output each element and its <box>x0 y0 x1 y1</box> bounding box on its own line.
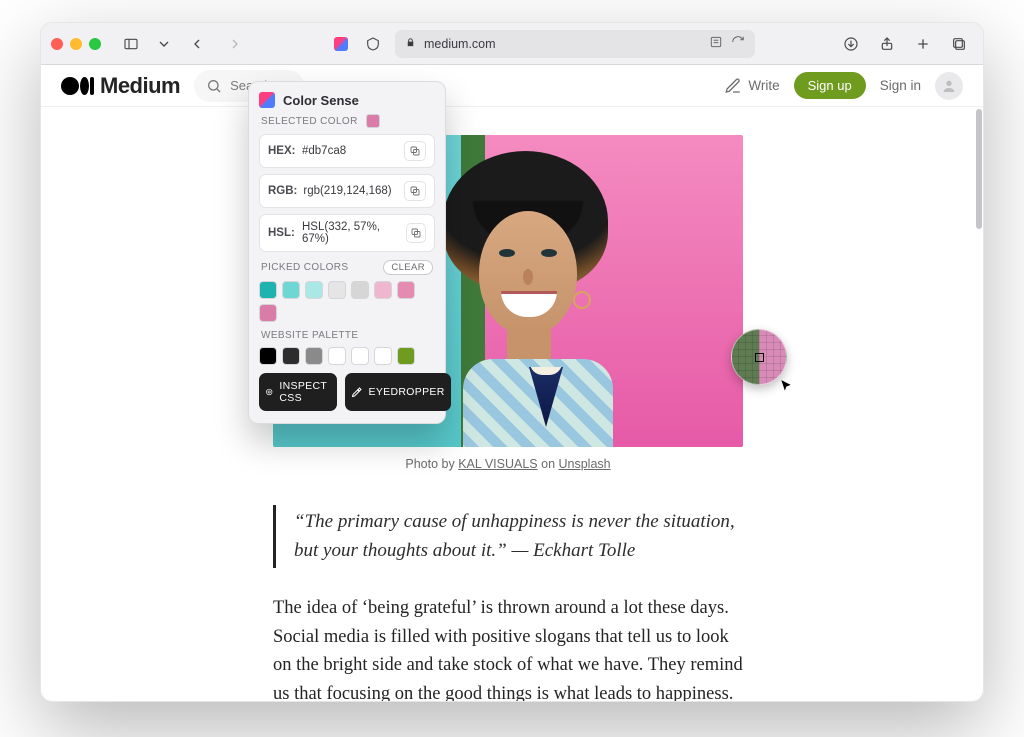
close-window-button[interactable] <box>51 38 63 50</box>
hsl-label: HSL: <box>268 227 296 239</box>
hex-value: #db7ca8 <box>302 145 346 157</box>
caption-prefix: Photo by <box>405 457 458 471</box>
copy-hsl-button[interactable] <box>406 223 426 243</box>
profile-button[interactable] <box>935 72 963 100</box>
copy-rgb-button[interactable] <box>404 181 426 201</box>
selected-color-swatch <box>366 114 380 128</box>
panel-title: Color Sense <box>283 93 359 108</box>
new-tab-button[interactable] <box>909 31 937 57</box>
back-button[interactable] <box>183 31 211 57</box>
inspect-label: INSPECT CSS <box>279 380 330 404</box>
zoom-window-button[interactable] <box>89 38 101 50</box>
signin-link[interactable]: Sign in <box>880 78 921 93</box>
write-icon <box>724 77 742 95</box>
signup-button[interactable]: Sign up <box>794 72 866 99</box>
window-controls <box>51 38 101 50</box>
color-swatch[interactable] <box>397 281 415 299</box>
forward-button[interactable] <box>221 31 249 57</box>
picked-colors-label: PICKED COLORS <box>261 262 348 273</box>
medium-logo[interactable]: Medium <box>61 73 180 99</box>
cursor-icon <box>779 379 793 398</box>
privacy-report-button[interactable] <box>359 31 387 57</box>
color-swatch[interactable] <box>259 304 277 322</box>
sidebar-toggle-button[interactable] <box>117 31 145 57</box>
color-swatch[interactable] <box>282 347 300 365</box>
eyedropper-button[interactable]: EYEDROPPER <box>345 373 451 411</box>
color-swatch[interactable] <box>305 281 323 299</box>
medium-wordmark: Medium <box>100 73 180 99</box>
copy-hex-button[interactable] <box>404 141 426 161</box>
address-bar[interactable]: medium.com <box>395 30 755 58</box>
tab-overview-button[interactable] <box>945 31 973 57</box>
rgb-value: rgb(219,124,168) <box>303 185 391 197</box>
eyedropper-label: EYEDROPPER <box>369 386 445 398</box>
hex-row: HEX: #db7ca8 <box>259 134 435 168</box>
medium-header: Medium Search Write Sign up Sign in <box>41 65 983 107</box>
rgb-label: RGB: <box>268 185 297 197</box>
signup-label: Sign up <box>808 78 852 93</box>
paragraph: The idea of ‘being grateful’ is thrown a… <box>273 594 743 701</box>
avatar-icon <box>941 78 957 94</box>
color-swatch[interactable] <box>328 281 346 299</box>
minimize-window-button[interactable] <box>70 38 82 50</box>
color-loupe[interactable] <box>731 329 787 385</box>
color-swatch[interactable] <box>259 281 277 299</box>
color-swatch[interactable] <box>282 281 300 299</box>
image-caption: Photo by KAL VISUALS on Unsplash <box>273 457 743 471</box>
caption-source-link[interactable]: Unsplash <box>559 457 611 471</box>
website-palette-row <box>259 347 435 365</box>
reader-mode-icon[interactable] <box>709 35 723 52</box>
safari-toolbar: medium.com <box>41 23 983 65</box>
color-swatch[interactable] <box>305 347 323 365</box>
website-palette-label: WEBSITE PALETTE <box>261 330 359 341</box>
lock-icon <box>405 37 416 51</box>
address-domain: medium.com <box>424 37 496 51</box>
write-button[interactable]: Write <box>724 77 779 95</box>
hex-label: HEX: <box>268 145 296 157</box>
selected-color-label: SELECTED COLOR <box>261 116 358 127</box>
downloads-button[interactable] <box>837 31 865 57</box>
inspect-css-button[interactable]: INSPECT CSS <box>259 373 337 411</box>
caption-author-link[interactable]: KAL VISUALS <box>458 457 537 471</box>
color-swatch[interactable] <box>351 281 369 299</box>
color-swatch[interactable] <box>351 347 369 365</box>
colorsense-panel: Color Sense SELECTED COLOR HEX: #db7ca8 … <box>248 81 446 424</box>
blockquote: “The primary cause of unhappiness is nev… <box>273 505 743 568</box>
clear-picked-button[interactable]: CLEAR <box>383 260 433 275</box>
extension-colorsense-button[interactable] <box>331 34 351 54</box>
page-content: Photo by KAL VISUALS on Unsplash “The pr… <box>41 107 975 701</box>
signin-label: Sign in <box>880 78 921 93</box>
browser-window: medium.com <box>40 22 984 702</box>
colorsense-icon <box>259 92 275 108</box>
medium-logo-icon <box>61 77 94 95</box>
color-swatch[interactable] <box>374 281 392 299</box>
share-button[interactable] <box>873 31 901 57</box>
hsl-value: HSL(332, 57%, 67%) <box>302 221 400 245</box>
scrollbar-thumb[interactable] <box>976 109 982 229</box>
color-swatch[interactable] <box>328 347 346 365</box>
write-label: Write <box>748 78 779 93</box>
color-swatch[interactable] <box>259 347 277 365</box>
eyedropper-icon <box>351 386 363 398</box>
color-swatch[interactable] <box>397 347 415 365</box>
caption-mid: on <box>538 457 559 471</box>
color-swatch[interactable] <box>374 347 392 365</box>
search-icon <box>206 78 222 94</box>
rgb-row: RGB: rgb(219,124,168) <box>259 174 435 208</box>
reload-button[interactable] <box>731 35 745 52</box>
target-icon <box>265 386 273 398</box>
picked-colors-row <box>259 281 435 322</box>
hsl-row: HSL: HSL(332, 57%, 67%) <box>259 214 435 252</box>
colorsense-icon <box>334 37 348 51</box>
chevron-down-icon[interactable] <box>155 31 173 57</box>
